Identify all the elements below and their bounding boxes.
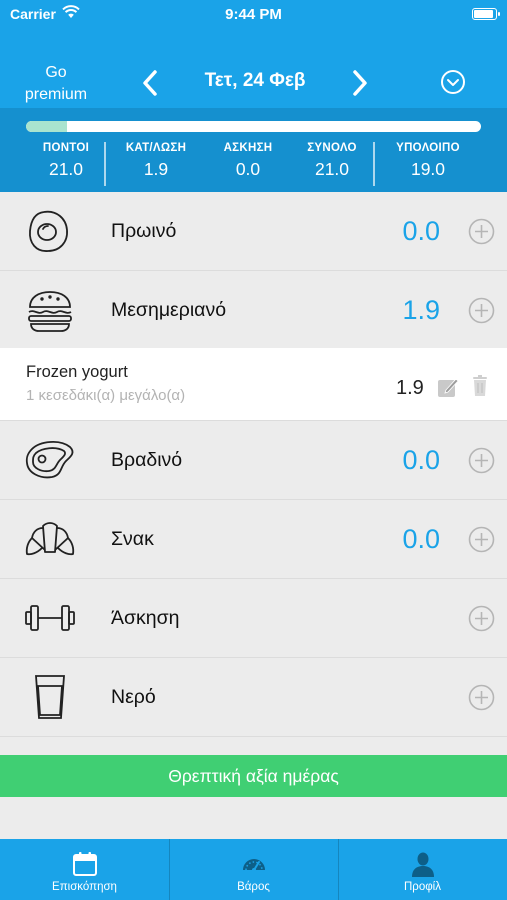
tab-weight[interactable]: Βάρος	[169, 839, 338, 900]
dumbbell-icon	[25, 605, 75, 631]
meal-points: 0.0	[402, 216, 440, 246]
go-premium-line1: Go	[45, 64, 67, 81]
daily-stats-panel: ΠΟΝΤΟΙ 21.0 ΚΑΤ/ΛΩΣΗ 1.9 ΑΣΚΗΣΗ 0.0 ΣΥΝΟ…	[0, 108, 507, 192]
points-progress-bar	[26, 121, 481, 132]
previous-day-chevron-icon[interactable]	[136, 66, 166, 100]
go-premium-button[interactable]: Go premium	[12, 62, 100, 106]
stat-label: ΑΣΚΗΣΗ	[223, 142, 273, 154]
row-label: Νερό	[111, 686, 156, 708]
chevron-down-circle-icon[interactable]	[440, 69, 466, 95]
stat-divider	[104, 142, 106, 186]
food-entry-row[interactable]: Frozen yogurt 1 κεσεδάκι(α) μεγάλο(α) 1.…	[0, 348, 507, 421]
current-date[interactable]: Τετ, 24 Φεβ	[170, 70, 340, 92]
food-points: 1.9	[396, 377, 424, 399]
stat-label: ΠΟΝΤΟΙ	[42, 142, 90, 154]
tab-profile[interactable]: Προφίλ	[338, 839, 507, 900]
meal-points: 0.0	[402, 445, 440, 475]
profile-icon	[412, 852, 434, 877]
stat-value: 21.0	[48, 159, 84, 179]
meal-label: Βραδινό	[111, 449, 183, 471]
daily-nutrition-button[interactable]: Θρεπτική αξία ημέρας	[0, 755, 507, 797]
stat-total: ΣΥΝΟΛΟ 21.0	[292, 142, 372, 180]
water-glass-icon	[35, 675, 65, 719]
tab-bar: Επισκόπηση Βάρος Προφίλ	[0, 839, 507, 900]
add-circle-icon[interactable]	[468, 297, 495, 324]
add-circle-icon[interactable]	[468, 605, 495, 632]
stat-label: ΣΥΝΟΛΟ	[307, 142, 357, 154]
meal-row-dinner[interactable]: Βραδινό 0.0	[0, 421, 507, 500]
stat-divider	[373, 142, 375, 186]
stat-value: 21.0	[314, 159, 350, 179]
meal-points: 1.9	[402, 295, 440, 325]
stat-label: ΥΠΟΛΟΙΠΟ	[396, 142, 460, 154]
stat-value: 1.9	[143, 159, 169, 179]
stat-points: ΠΟΝΤΟΙ 21.0	[26, 142, 106, 180]
stat-value: 0.0	[235, 159, 261, 179]
stat-exercise: ΑΣΚΗΣΗ 0.0	[208, 142, 288, 180]
add-circle-icon[interactable]	[468, 526, 495, 553]
edit-icon[interactable]	[437, 376, 459, 398]
burger-icon	[28, 291, 72, 332]
add-circle-icon[interactable]	[468, 684, 495, 711]
tab-label: Βάρος	[237, 881, 270, 893]
battery-icon	[472, 8, 500, 20]
row-exercise[interactable]: Άσκηση	[0, 579, 507, 658]
go-premium-line2: premium	[24, 86, 88, 103]
egg-icon	[29, 210, 68, 252]
tab-label: Επισκόπηση	[52, 881, 117, 893]
food-name: Frozen yogurt	[26, 363, 128, 381]
meal-points: 0.0	[402, 524, 440, 554]
meal-row-breakfast[interactable]: Πρωινό 0.0	[0, 192, 507, 271]
tab-label: Προφίλ	[403, 881, 441, 893]
add-circle-icon[interactable]	[468, 447, 495, 474]
trash-icon[interactable]	[471, 374, 489, 398]
scale-gauge-icon	[243, 859, 265, 872]
meal-label: Σνακ	[111, 528, 154, 550]
calendar-icon	[73, 852, 97, 876]
meal-row-lunch[interactable]: Μεσημεριανό 1.9	[0, 271, 507, 349]
meal-label: Πρωινό	[111, 220, 177, 242]
croissant-icon	[25, 522, 75, 556]
stat-label: ΚΑΤ/ΛΩΣΗ	[125, 142, 187, 154]
food-portion: 1 κεσεδάκι(α) μεγάλο(α)	[26, 387, 186, 404]
points-progress-fill	[26, 121, 67, 132]
add-circle-icon[interactable]	[468, 218, 495, 245]
app-header: Carrier 9:44 PM Go premium Τετ, 24 Φεβ Π…	[0, 0, 507, 192]
tab-overview[interactable]: Επισκόπηση	[0, 839, 169, 900]
stat-value: 19.0	[410, 159, 446, 179]
row-label: Άσκηση	[111, 607, 180, 629]
next-day-chevron-icon[interactable]	[344, 66, 374, 100]
stat-consumption: ΚΑΤ/ΛΩΣΗ 1.9	[114, 142, 198, 180]
row-water[interactable]: Νερό	[0, 658, 507, 737]
stat-remaining: ΥΠΟΛΟΙΠΟ 19.0	[382, 142, 474, 180]
status-time: 9:44 PM	[225, 6, 282, 23]
meal-row-snack[interactable]: Σνακ 0.0	[0, 500, 507, 579]
meal-label: Μεσημεριανό	[111, 299, 227, 321]
status-bar: Carrier 9:44 PM	[0, 0, 507, 30]
steak-icon	[25, 441, 74, 479]
